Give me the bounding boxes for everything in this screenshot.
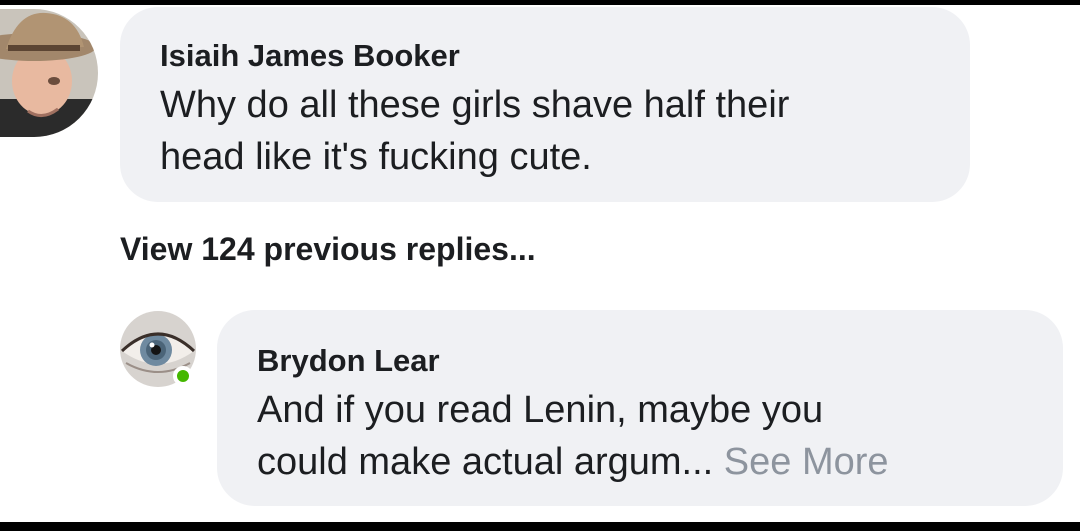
comment-text-truncated: could make actual argum... [257, 441, 714, 483]
comment-text: Why do all these girls shave half their … [160, 84, 790, 178]
comment-bubble-1: Isiaih James Booker Why do all these gir… [120, 7, 970, 202]
online-status-indicator [173, 366, 193, 386]
view-previous-replies-link[interactable]: View 124 previous replies... [120, 229, 536, 269]
avatar-photo-icon [0, 9, 98, 137]
comment-text-line: And if you read Lenin, maybe you [257, 389, 824, 431]
comment-bubble-2: Brydon Lear And if you read Lenin, maybe… [217, 310, 1063, 506]
comment-thread: Isiaih James Booker Why do all these gir… [0, 5, 1080, 522]
avatar-isiaih[interactable] [0, 9, 98, 137]
see-more-link[interactable]: See More [724, 441, 889, 483]
comment-author-name[interactable]: Brydon Lear [257, 342, 1063, 380]
comment-author-name[interactable]: Isiaih James Booker [160, 37, 970, 75]
comment-text: And if you read Lenin, maybe you could m… [257, 384, 1063, 488]
